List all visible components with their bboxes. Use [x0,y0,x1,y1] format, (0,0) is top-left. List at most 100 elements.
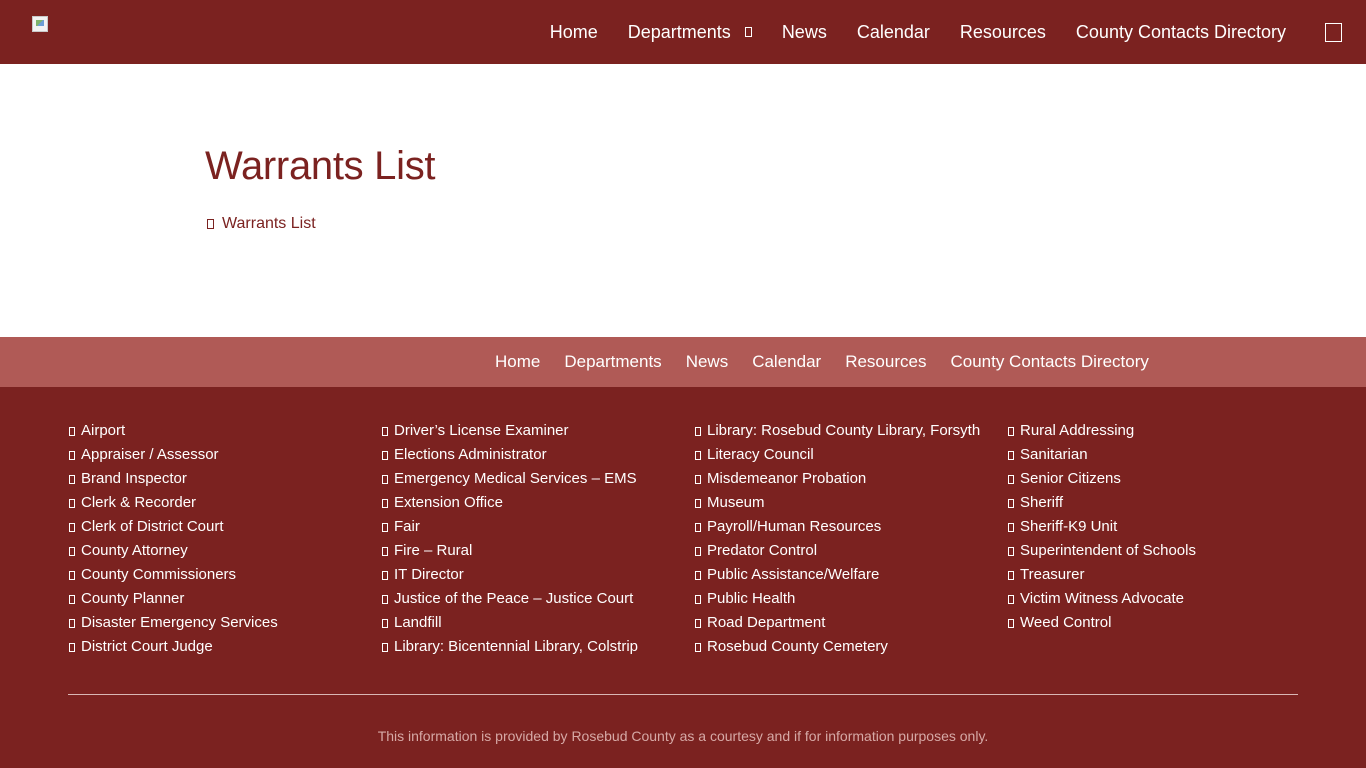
chevron-right-icon [69,570,75,580]
department-link-superintendent-schools[interactable]: Superintendent of Schools [1008,539,1321,563]
department-column-2: Driver’s License Examiner Elections Admi… [382,419,695,659]
department-link-label: County Planner [81,590,185,607]
department-link-label: Justice of the Peace – Justice Court [394,590,634,607]
chevron-right-icon [69,498,75,508]
department-link-sheriff-k9[interactable]: Sheriff-K9 Unit [1008,515,1321,539]
department-link-label: Museum [707,494,765,511]
department-link-landfill[interactable]: Landfill [382,611,695,635]
department-link-rural-addressing[interactable]: Rural Addressing [1008,419,1321,443]
nav-calendar[interactable]: Calendar [857,22,930,43]
chevron-right-icon [382,474,388,484]
footer-nav-home[interactable]: Home [495,352,540,372]
department-link-disaster-emergency-services[interactable]: Disaster Emergency Services [69,611,382,635]
footer-nav-county-contacts-directory[interactable]: County Contacts Directory [950,352,1148,372]
department-link-airport[interactable]: Airport [69,419,382,443]
department-link-senior-citizens[interactable]: Senior Citizens [1008,467,1321,491]
chevron-right-icon [695,594,701,604]
chevron-right-icon [695,498,701,508]
chevron-right-icon [69,642,75,652]
department-link-label: Misdemeanor Probation [707,470,867,487]
footer-nav-resources[interactable]: Resources [845,352,926,372]
department-link-county-attorney[interactable]: County Attorney [69,539,382,563]
nav-resources-label: Resources [959,21,1046,42]
department-link-predator-control[interactable]: Predator Control [695,539,1008,563]
department-link-museum[interactable]: Museum [695,491,1008,515]
nav-home[interactable]: Home [550,22,598,43]
chevron-right-icon [1008,522,1014,532]
warrants-list-link[interactable]: Warrants List [207,215,316,233]
chevron-right-icon [382,570,388,580]
nav-resources[interactable]: Resources [960,22,1046,43]
department-link-label: Treasurer [1020,566,1085,583]
chevron-right-icon [69,546,75,556]
chevron-right-icon [1008,570,1014,580]
department-link-sheriff[interactable]: Sheriff [1008,491,1321,515]
nav-departments[interactable]: Departments [628,22,752,43]
footer-nav-departments[interactable]: Departments [564,352,661,372]
chevron-right-icon [382,594,388,604]
department-link-elections-administrator[interactable]: Elections Administrator [382,443,695,467]
chevron-right-icon [382,642,388,652]
department-link-road-department[interactable]: Road Department [695,611,1008,635]
department-link-victim-witness-advocate[interactable]: Victim Witness Advocate [1008,587,1321,611]
department-link-label: Sheriff-K9 Unit [1020,518,1118,535]
department-link-extension-office[interactable]: Extension Office [382,491,695,515]
footer-nav: Home Departments News Calendar Resources… [0,337,1366,387]
page-title: Warrants List [205,144,436,188]
department-link-appraiser-assessor[interactable]: Appraiser / Assessor [69,443,382,467]
chevron-right-icon [695,426,701,436]
department-link-fair[interactable]: Fair [382,515,695,539]
department-link-it-director[interactable]: IT Director [382,563,695,587]
chevron-right-icon [69,474,75,484]
department-link-sanitarian[interactable]: Sanitarian [1008,443,1321,467]
department-link-label: County Commissioners [81,566,237,583]
main-content: Warrants List Warrants List [0,64,1366,337]
footer-nav-calendar[interactable]: Calendar [752,352,821,372]
department-link-label: Extension Office [394,494,503,511]
nav-news[interactable]: News [782,22,827,43]
site-logo[interactable] [32,16,48,32]
department-link-district-court-judge[interactable]: District Court Judge [69,635,382,659]
department-link-literacy-council[interactable]: Literacy Council [695,443,1008,467]
department-link-library-forsyth[interactable]: Library: Rosebud County Library, Forsyth [695,419,1008,443]
footer-nav-news[interactable]: News [686,352,729,372]
department-link-label: Sheriff [1020,494,1064,511]
department-link-justice-of-the-peace[interactable]: Justice of the Peace – Justice Court [382,587,695,611]
chevron-down-icon[interactable] [744,27,752,37]
site-footer: Airport Appraiser / Assessor Brand Inspe… [0,387,1366,768]
search-icon[interactable] [1325,23,1342,42]
nav-county-contacts-directory[interactable]: County Contacts Directory [1076,22,1286,43]
nav-home-label: Home [549,21,598,42]
department-link-payroll-hr[interactable]: Payroll/Human Resources [695,515,1008,539]
nav-news-label: News [781,21,827,42]
warrants-list-link-label: Warrants List [222,215,316,232]
department-link-label: Clerk of District Court [81,518,224,535]
department-link-label: Clerk & Recorder [81,494,197,511]
department-link-clerk-recorder[interactable]: Clerk & Recorder [69,491,382,515]
department-link-library-colstrip[interactable]: Library: Bicentennial Library, Colstrip [382,635,695,659]
department-link-label: Weed Control [1020,614,1112,631]
department-link-fire-rural[interactable]: Fire – Rural [382,539,695,563]
department-link-treasurer[interactable]: Treasurer [1008,563,1321,587]
department-link-brand-inspector[interactable]: Brand Inspector [69,467,382,491]
department-link-public-health[interactable]: Public Health [695,587,1008,611]
department-link-label: Sanitarian [1020,446,1088,463]
chevron-right-icon [382,498,388,508]
chevron-right-icon [695,642,701,652]
department-link-weed-control[interactable]: Weed Control [1008,611,1321,635]
department-link-label: Rural Addressing [1020,422,1135,439]
department-link-ems[interactable]: Emergency Medical Services – EMS [382,467,695,491]
department-link-clerk-district-court[interactable]: Clerk of District Court [69,515,382,539]
chevron-right-icon [1008,546,1014,556]
department-link-misdemeanor-probation[interactable]: Misdemeanor Probation [695,467,1008,491]
department-link-drivers-license-examiner[interactable]: Driver’s License Examiner [382,419,695,443]
department-link-county-commissioners[interactable]: County Commissioners [69,563,382,587]
department-link-cemetery[interactable]: Rosebud County Cemetery [695,635,1008,659]
department-link-county-planner[interactable]: County Planner [69,587,382,611]
department-link-label: District Court Judge [81,638,213,655]
chevron-right-icon [382,426,388,436]
main-nav: Home Departments News Calendar Resources… [550,0,1286,64]
department-link-public-assistance[interactable]: Public Assistance/Welfare [695,563,1008,587]
department-link-label: Rosebud County Cemetery [707,638,888,655]
department-link-label: Library: Rosebud County Library, Forsyth [707,422,981,439]
